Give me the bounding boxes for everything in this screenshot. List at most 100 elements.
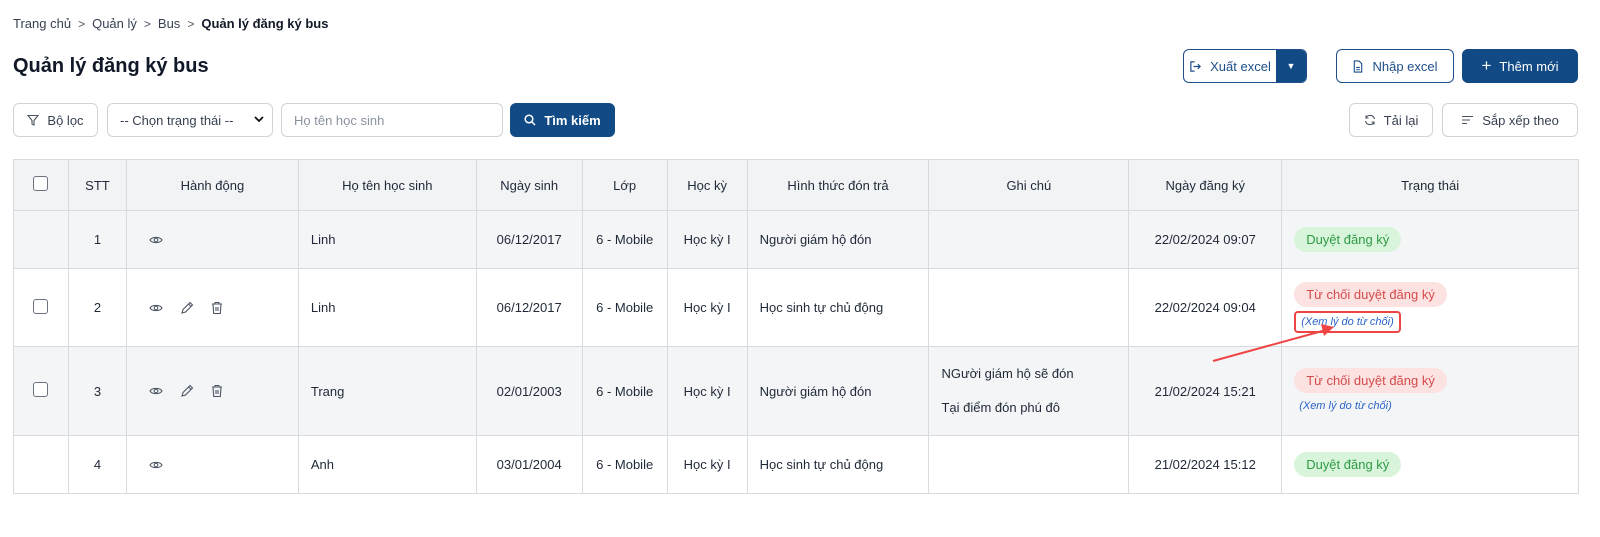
filter-button[interactable]: Bộ lọc [13, 103, 98, 137]
header-term[interactable]: Học kỳ [666, 159, 748, 211]
row-note-line: NGười giám hộ sẽ đón [941, 366, 1074, 381]
view-reject-reason-link[interactable]: (Xem lý do từ chối) [1294, 397, 1397, 415]
sort-lines-icon [1462, 115, 1474, 125]
header-note[interactable]: Ghi chú [928, 159, 1130, 211]
row-stt: 4 [67, 435, 127, 494]
header-actions[interactable]: Hành động [125, 159, 299, 211]
table-header-row: STT Hành động Họ tên học sinh Ngày sinh … [13, 159, 1579, 211]
delete-trash-icon[interactable] [211, 384, 223, 398]
header-pickup[interactable]: Hình thức đón trả [746, 159, 930, 211]
row-checkbox-cell [13, 346, 69, 436]
row-pickup: Học sinh tự chủ động [746, 268, 930, 347]
row-status: Duyệt đăng ký [1281, 210, 1579, 269]
file-icon [1354, 59, 1363, 73]
filter-icon [27, 114, 40, 126]
breadcrumb: Trang chủ > Quản lý > Bus > Quản lý đăng… [13, 16, 328, 31]
view-reject-reason-link[interactable]: (Xem lý do từ chối) [1294, 311, 1401, 333]
row-status: Từ chối duyệt đăng ký (Xem lý do từ chối… [1281, 346, 1579, 436]
row-term: Học kỳ I [666, 210, 748, 269]
status-badge-rejected: Từ chối duyệt đăng ký [1294, 367, 1447, 393]
row-stt: 2 [67, 268, 127, 347]
row-student-name: Anh [297, 435, 477, 494]
row-status: Từ chối duyệt đăng ký (Xem lý do từ chối… [1281, 268, 1579, 347]
row-class: 6 - Mobile [581, 435, 668, 494]
reload-button[interactable]: Tải lại [1349, 103, 1433, 137]
header-class[interactable]: Lớp [581, 159, 668, 211]
row-checkbox[interactable] [33, 382, 49, 397]
row-term: Học kỳ I [666, 435, 748, 494]
breadcrumb-current: Quản lý đăng ký bus [201, 16, 329, 31]
status-select[interactable]: -- Chọn trạng thái -- [107, 103, 273, 137]
row-checkbox[interactable] [33, 298, 49, 314]
add-new-label: Thêm mới [1499, 58, 1559, 74]
header-registered-date[interactable]: Ngày đăng ký [1128, 159, 1283, 211]
row-class: 6 - Mobile [581, 268, 668, 347]
plus-icon: + [1481, 56, 1492, 75]
view-eye-icon[interactable] [149, 235, 163, 245]
breadcrumb-manage[interactable]: Quản lý [92, 16, 137, 31]
status-badge-rejected: Từ chối duyệt đăng ký [1294, 282, 1447, 307]
edit-pencil-icon[interactable] [180, 384, 194, 398]
row-checkbox-cell [13, 435, 69, 494]
row-pickup: Học sinh tự chủ động [746, 435, 930, 494]
row-class: 6 - Mobile [581, 210, 668, 269]
page-title: Quản lý đăng ký bus [13, 55, 209, 77]
edit-pencil-icon[interactable] [180, 301, 194, 315]
search-icon [524, 114, 536, 126]
sort-label: Sắp xếp theo [1482, 112, 1559, 128]
student-name-input[interactable] [281, 103, 503, 137]
header-status[interactable]: Trạng thái [1281, 159, 1579, 211]
status-select-value: -- Chọn trạng thái -- [120, 112, 234, 128]
breadcrumb-separator-icon: > [78, 16, 86, 31]
row-registered-date: 21/02/2024 15:21 [1128, 346, 1283, 436]
row-note: NGười giám hộ sẽ đón Tại điểm đón phú đô [928, 346, 1130, 436]
refresh-icon [1364, 114, 1375, 126]
row-note [928, 268, 1130, 347]
registration-table: STT Hành động Họ tên học sinh Ngày sinh … [13, 159, 1579, 494]
view-eye-icon[interactable] [149, 303, 163, 313]
search-button[interactable]: Tìm kiếm [510, 103, 615, 137]
header-dob[interactable]: Ngày sinh [475, 159, 583, 211]
row-registered-date: 21/02/2024 15:12 [1128, 435, 1283, 494]
status-badge-approved: Duyệt đăng ký [1294, 227, 1402, 252]
add-new-button[interactable]: + Thêm mới [1462, 49, 1578, 83]
row-registered-date: 22/02/2024 09:04 [1128, 268, 1283, 347]
row-student-name: Linh [297, 210, 477, 269]
breadcrumb-bus[interactable]: Bus [158, 16, 180, 31]
row-registered-date: 22/02/2024 09:07 [1128, 210, 1283, 269]
export-icon [1190, 60, 1202, 72]
reload-label: Tải lại [1383, 112, 1419, 128]
row-class: 6 - Mobile [581, 346, 668, 436]
breadcrumb-separator-icon: > [143, 16, 151, 31]
sort-button[interactable]: Sắp xếp theo [1442, 103, 1578, 137]
export-excel-button-group: Xuất excel ▼ [1183, 49, 1307, 83]
row-student-name: Linh [297, 268, 477, 347]
header-stt[interactable]: STT [67, 159, 127, 211]
view-eye-icon[interactable] [149, 460, 163, 470]
view-eye-icon[interactable] [149, 386, 163, 396]
row-actions [125, 210, 299, 269]
table-row: 4 Anh 03/01/2004 6 - Mobile Học kỳ I Học… [13, 435, 1579, 494]
row-dob: 06/12/2017 [475, 210, 583, 269]
delete-trash-icon[interactable] [211, 301, 223, 315]
row-term: Học kỳ I [666, 346, 748, 436]
header-student-name[interactable]: Họ tên học sinh [297, 159, 477, 211]
import-excel-label: Nhập excel [1372, 58, 1438, 74]
export-excel-button[interactable]: Xuất excel [1184, 50, 1276, 82]
row-actions [125, 435, 299, 494]
row-stt: 1 [67, 210, 127, 269]
row-actions [125, 346, 299, 436]
search-label: Tìm kiếm [544, 112, 601, 128]
row-pickup: Người giám hộ đón [746, 346, 930, 436]
row-note [928, 435, 1130, 494]
row-checkbox-cell [13, 268, 69, 347]
row-note-line: Tại điểm đón phú đô [941, 400, 1060, 415]
select-all-cell [13, 159, 69, 211]
export-dropdown-caret-icon[interactable]: ▼ [1276, 50, 1306, 82]
row-dob: 02/01/2003 [475, 346, 583, 436]
row-note [928, 210, 1130, 269]
select-all-checkbox[interactable] [33, 176, 49, 191]
chevron-down-icon [254, 115, 264, 126]
breadcrumb-home[interactable]: Trang chủ [13, 16, 71, 31]
import-excel-button[interactable]: Nhập excel [1336, 49, 1454, 83]
